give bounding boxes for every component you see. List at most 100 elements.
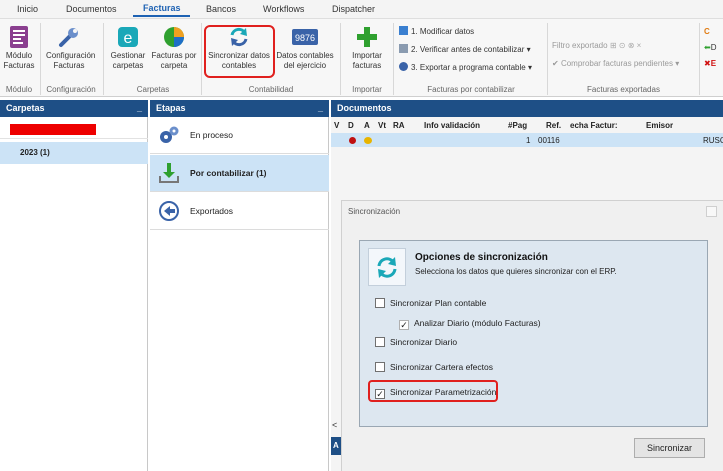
checkbox-cartera-efectos[interactable] [375, 362, 385, 372]
col-info-validacion[interactable]: Info validación [424, 121, 480, 130]
facturas-por-carpeta-label: Facturas por carpeta [151, 51, 197, 70]
pie-chart-icon [162, 25, 186, 49]
carpetas-title: Carpetas [6, 103, 45, 113]
exportar-programa-label: 3. Exportar a programa contable [411, 63, 526, 72]
highlight-parametrizacion [368, 380, 498, 402]
tab-workflows[interactable]: Workflows [263, 4, 304, 14]
right-d-button[interactable]: ⬅D [704, 41, 716, 55]
stage-label: Exportados [190, 206, 233, 216]
right-c-button[interactable]: C [704, 25, 710, 39]
bottom-tab[interactable]: A [331, 437, 341, 455]
folder-year-item[interactable]: 2023 (1) [0, 142, 148, 164]
chevron-down-icon: ▾ [675, 59, 680, 68]
cell-emisor: RUSC [703, 136, 723, 145]
numbers-icon: 9876 [291, 25, 319, 49]
col-vt[interactable]: Vt [378, 121, 386, 130]
funnel-icon: ⊗ [627, 41, 635, 50]
group-carpetas: Carpetas [136, 85, 170, 94]
cell-ref: 00116 [538, 136, 560, 145]
option-label: Analizar Diario (módulo Facturas) [414, 318, 541, 328]
export-icon [399, 62, 408, 71]
etapas-minimize-button[interactable]: _ [318, 100, 323, 117]
importar-facturas-label: Importar facturas [352, 51, 382, 70]
redacted-folder-name [10, 124, 96, 135]
group-modulo: Módulo [5, 85, 33, 94]
numbers-icon-text: 9876 [295, 33, 315, 43]
svg-text:e: e [124, 30, 133, 47]
menu-bar: Inicio Documentos Facturas Bancos Workfl… [0, 0, 723, 18]
download-tray-icon [158, 162, 180, 184]
modificar-datos-button[interactable]: 1. Modificar datos [399, 25, 474, 39]
option-diario[interactable]: Sincronizar Diario [375, 336, 457, 348]
sincronizar-button[interactable]: Sincronizar [634, 438, 705, 458]
option-plan-contable[interactable]: Sincronizar Plan contable [375, 297, 486, 309]
configuracion-facturas-button[interactable]: Configuración Facturas [46, 25, 95, 71]
stage-en-proceso[interactable]: En proceso [150, 117, 329, 154]
carpetas-header: Carpetas _ [0, 100, 148, 117]
stage-label: Por contabilizar (1) [190, 168, 267, 178]
col-a[interactable]: A [364, 121, 370, 130]
chevron-down-icon: ▾ [527, 63, 532, 72]
option-label: Sincronizar Diario [390, 337, 458, 347]
facturas-por-carpeta-button[interactable]: Facturas por carpeta [150, 25, 198, 71]
col-emisor[interactable]: Emisor [646, 121, 673, 130]
tab-dispatcher[interactable]: Dispatcher [332, 4, 375, 14]
datos-contables-ejercicio-button[interactable]: 9876 Datos contables del ejercicio [274, 25, 336, 71]
gestionar-carpetas-label: Gestionar carpetas [110, 51, 146, 70]
col-v[interactable]: V [334, 121, 339, 130]
option-cartera-efectos[interactable]: Sincronizar Cartera efectos [375, 361, 493, 373]
exportar-programa-button[interactable]: 3. Exportar a programa contable ▾ [399, 61, 532, 75]
comprobar-pendientes-button[interactable]: ✔ Comprobar facturas pendientes ▾ [552, 57, 679, 71]
check-icon: ✔ [552, 59, 559, 68]
gestionar-carpetas-button[interactable]: e Gestionar carpetas [108, 25, 148, 71]
checkbox-analizar-diario[interactable]: ✓ [399, 320, 409, 330]
group-facturas-contabilizar: Facturas por contabilizar [427, 85, 515, 94]
delete-icon: ✖ [704, 59, 711, 68]
right-e-button[interactable]: ✖E [704, 57, 716, 71]
ribbon-separator [699, 23, 700, 95]
filtro-exportado-field[interactable]: Filtro exportado ⊞ ⊙ ⊗ × [552, 39, 641, 53]
checkbox-plan-contable[interactable] [375, 298, 385, 308]
stage-por-contabilizar[interactable]: Por contabilizar (1) [150, 155, 329, 192]
manage-folders-icon: e [116, 25, 140, 49]
verificar-antes-button[interactable]: 2. Verificar antes de contabilizar ▾ [399, 43, 531, 57]
scroll-left-arrow[interactable]: < [332, 420, 337, 430]
sync-options-icon-box [368, 248, 406, 286]
carpetas-minimize-button[interactable]: _ [137, 100, 142, 117]
stages-panel: En proceso Por contabilizar (1) Exportad… [150, 117, 329, 471]
col-fecha-factura[interactable]: echa Factur: [570, 121, 618, 130]
col-ra[interactable]: RA [393, 121, 405, 130]
sync-options-heading: Opciones de sincronización [415, 252, 548, 263]
ribbon-separator [547, 23, 548, 95]
tab-bancos[interactable]: Bancos [206, 4, 236, 14]
plus-icon [355, 25, 379, 49]
col-ref[interactable]: Ref. [546, 121, 561, 130]
wrench-icon [57, 25, 81, 49]
tab-inicio[interactable]: Inicio [17, 4, 38, 14]
folder-item[interactable] [0, 117, 148, 139]
ribbon-separator [40, 23, 41, 95]
checkbox-diario[interactable] [375, 337, 385, 347]
group-configuracion: Configuración [46, 85, 96, 94]
tab-facturas[interactable]: Facturas [143, 3, 181, 13]
right-e-label: E [710, 59, 717, 68]
modulo-facturas-button[interactable]: Módulo Facturas [2, 25, 36, 71]
dialog-close-button[interactable] [706, 206, 717, 217]
ribbon-separator [201, 23, 202, 95]
tab-documentos[interactable]: Documentos [66, 4, 117, 14]
back-arrow-icon [158, 200, 180, 222]
datos-contables-ejercicio-label: Datos contables del ejercicio [276, 51, 334, 70]
documentos-title: Documentos [337, 103, 392, 113]
col-d[interactable]: D [348, 121, 354, 130]
clear-icon: × [636, 41, 642, 50]
option-analizar-diario[interactable]: ✓ Analizar Diario (módulo Facturas) [399, 317, 541, 330]
search-icon: ⊙ [618, 41, 626, 50]
stage-exportados[interactable]: Exportados [150, 193, 329, 230]
etapas-header: Etapas _ [150, 100, 329, 117]
group-importar: Importar [352, 85, 382, 94]
group-facturas-exportadas: Facturas exportadas [587, 85, 660, 94]
col-pag[interactable]: #Pag [508, 121, 527, 130]
status-red-dot-icon [349, 137, 356, 144]
sync-icon [377, 257, 397, 278]
importar-facturas-button[interactable]: Importar facturas [344, 25, 390, 71]
